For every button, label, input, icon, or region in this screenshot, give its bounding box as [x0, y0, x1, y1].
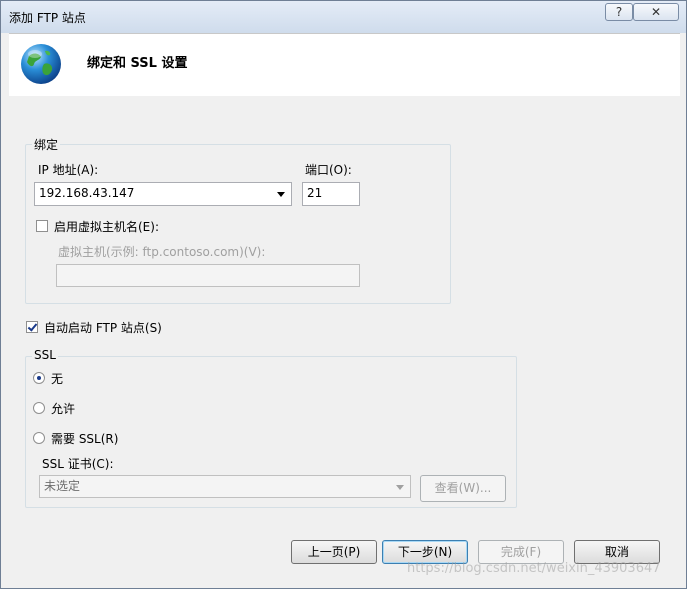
- virtual-host-checkbox-label[interactable]: 启用虚拟主机名(E):: [54, 218, 159, 235]
- help-button[interactable]: ?: [605, 3, 633, 21]
- add-ftp-site-dialog: 添加 FTP 站点 ? ✕ 绑定和 SSL 设置 绑定 IP 地址(A): 19…: [0, 0, 687, 589]
- virtual-host-checkbox[interactable]: [36, 220, 48, 232]
- ssl-cert-label: SSL 证书(C):: [42, 457, 114, 471]
- auto-start-checkbox[interactable]: [26, 321, 38, 333]
- auto-start-label[interactable]: 自动启动 FTP 站点(S): [44, 319, 162, 336]
- port-label: 端口(O):: [305, 163, 352, 177]
- ip-address-label: IP 地址(A):: [38, 163, 99, 177]
- page-title: 绑定和 SSL 设置: [87, 56, 188, 71]
- binding-group-label: 绑定: [32, 136, 61, 153]
- ssl-group-label: SSL: [32, 348, 58, 362]
- ssl-option-allow-radio[interactable]: [33, 402, 45, 414]
- close-button[interactable]: ✕: [633, 3, 679, 21]
- ssl-option-none-label[interactable]: 无: [51, 370, 63, 387]
- window-title: 添加 FTP 站点: [9, 11, 86, 25]
- wizard-header: 绑定和 SSL 设置: [9, 33, 680, 97]
- wizard-body: 绑定 IP 地址(A): 192.168.43.147 端口(O): 21 启用…: [9, 96, 680, 580]
- view-cert-button[interactable]: 查看(W)...: [420, 475, 506, 502]
- ssl-option-require-label[interactable]: 需要 SSL(R): [51, 430, 118, 447]
- ssl-cert-dropdown[interactable]: 未选定: [39, 475, 411, 498]
- previous-button[interactable]: 上一页(P): [291, 540, 377, 564]
- watermark: https://blog.csdn.net/weixin_43903647: [407, 561, 661, 576]
- port-value: 21: [307, 186, 323, 200]
- virtual-host-input[interactable]: [56, 264, 360, 287]
- globe-icon: [21, 44, 61, 84]
- ssl-option-allow-label[interactable]: 允许: [51, 400, 75, 417]
- ssl-option-require-radio[interactable]: [33, 432, 45, 444]
- chevron-down-icon[interactable]: [396, 485, 404, 490]
- virtual-host-field-label: 虚拟主机(示例: ftp.contoso.com)(V):: [58, 245, 266, 259]
- ssl-option-none-radio[interactable]: [33, 372, 45, 384]
- ssl-group: SSL 无 允许 需要 SSL(R) SSL 证书(C): 未选定 查看(W).…: [25, 348, 517, 508]
- port-input[interactable]: 21: [302, 182, 360, 206]
- title-bar[interactable]: 添加 FTP 站点 ? ✕: [1, 1, 686, 33]
- ssl-cert-value: 未选定: [44, 479, 81, 493]
- chevron-down-icon[interactable]: [277, 192, 285, 197]
- ip-address-value: 192.168.43.147: [39, 186, 135, 200]
- ip-address-dropdown[interactable]: 192.168.43.147: [34, 182, 292, 206]
- binding-group: 绑定 IP 地址(A): 192.168.43.147 端口(O): 21 启用…: [25, 136, 451, 304]
